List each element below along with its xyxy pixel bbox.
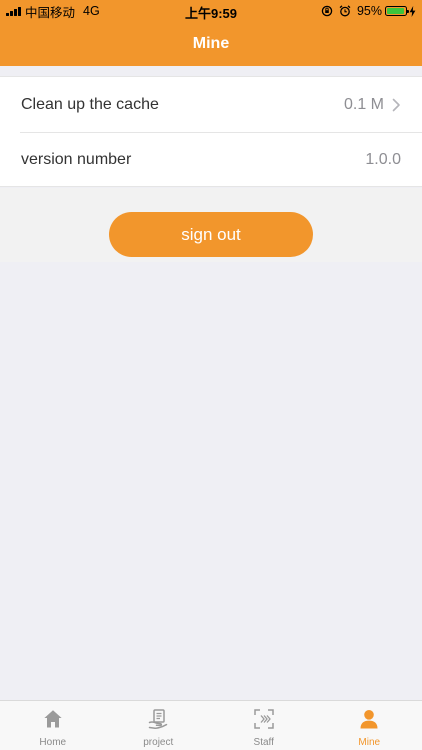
tab-mine-label: Mine	[358, 737, 381, 748]
status-bar: 中国移动 4G 上午9:59 95%	[0, 0, 422, 22]
status-bar-right: 95%	[321, 3, 416, 19]
staff-icon	[254, 709, 274, 729]
version-number-value: 1.0.0	[365, 151, 401, 168]
tab-staff-label: Staff	[253, 737, 274, 748]
home-icon	[44, 710, 62, 728]
tab-project[interactable]: project	[106, 701, 212, 750]
tab-project-label: project	[143, 737, 174, 748]
tab-bar: Home project Staff Mine	[0, 700, 422, 750]
tab-home[interactable]: Home	[0, 701, 106, 750]
charging-bolt-icon	[409, 5, 416, 17]
chevron-right-icon	[392, 98, 400, 111]
battery-percent: 95%	[356, 4, 382, 18]
tab-staff[interactable]: Staff	[211, 701, 317, 750]
clean-cache-label: Clean up the cache	[21, 96, 159, 113]
sign-out-button[interactable]: sign out	[109, 212, 313, 257]
battery-level-fill	[387, 8, 405, 14]
clean-cache-row[interactable]: Clean up the cache 0.1 M	[0, 77, 422, 132]
tab-home-label: Home	[39, 737, 67, 748]
alarm-icon	[339, 5, 351, 17]
cache-size-value: 0.1 M	[343, 96, 384, 113]
orientation-lock-icon	[321, 5, 333, 17]
cache-size-value-group: 0.1 M	[344, 77, 401, 132]
page-title: Mine	[192, 35, 230, 52]
version-number-row: version number 1.0.0	[0, 132, 422, 187]
person-icon	[360, 710, 378, 729]
project-icon	[149, 709, 168, 729]
tab-mine[interactable]: Mine	[317, 701, 422, 750]
app-header: 中国移动 4G 上午9:59 95% Mine	[0, 0, 422, 66]
battery-icon	[385, 6, 409, 16]
settings-list: Clean up the cache 0.1 M version number …	[0, 76, 422, 187]
sign-out-section: sign out	[0, 188, 422, 262]
version-number-label: version number	[21, 151, 132, 168]
